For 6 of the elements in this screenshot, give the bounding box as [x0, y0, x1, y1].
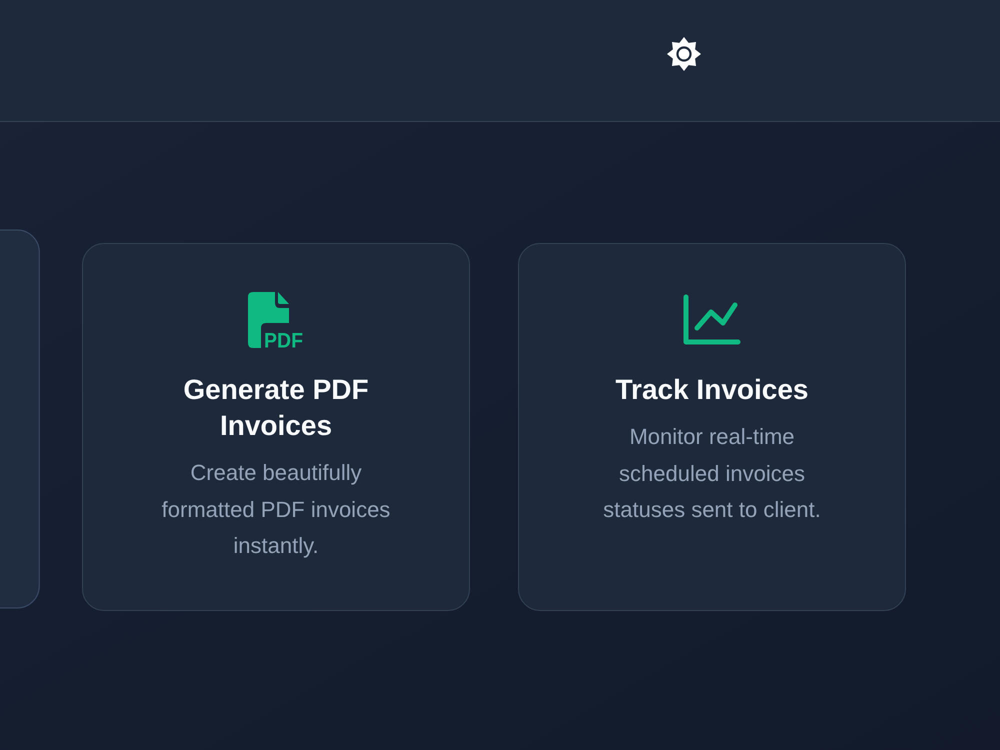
card-description: Monitor real-time scheduled invoices statuses sent to client. — [602, 423, 822, 524]
line-chart-icon — [683, 294, 741, 346]
card-description: Create beautifully formatted PDF invoices instantly. — [160, 459, 392, 560]
card-title: Track Invoices — [615, 373, 808, 407]
card-title: Generate PDF Invoices — [182, 373, 370, 443]
sun-icon[interactable] — [667, 37, 701, 71]
